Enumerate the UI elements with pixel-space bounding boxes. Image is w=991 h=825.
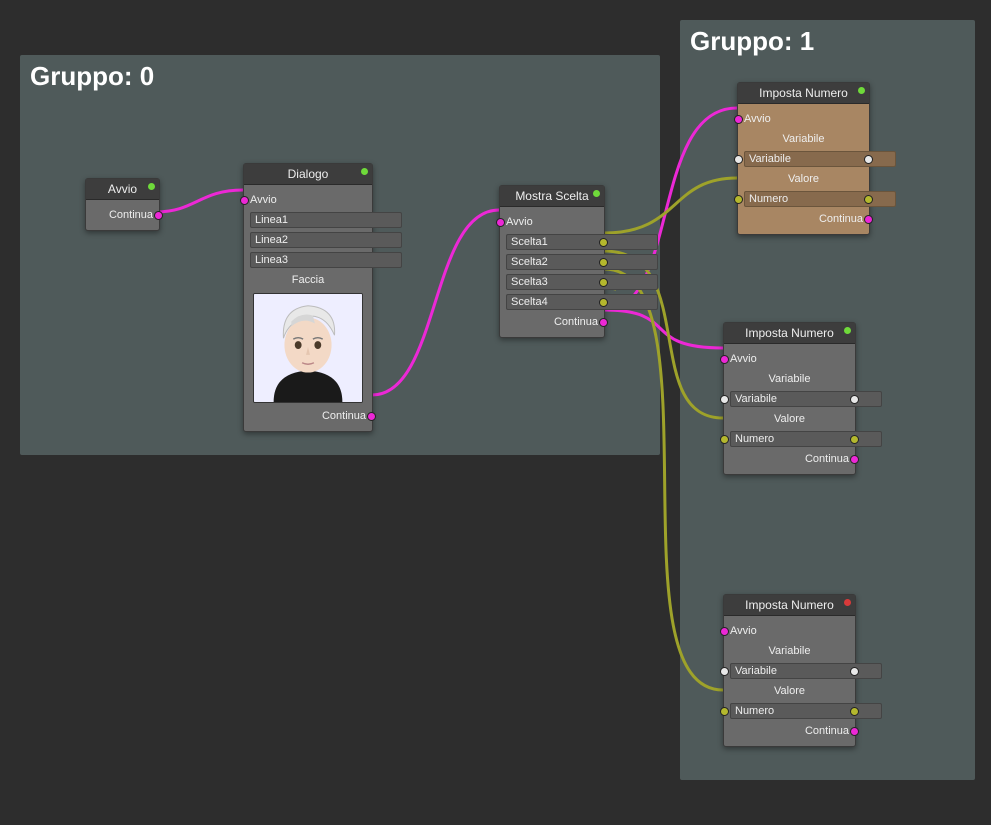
- imposta3-valore-hdr: Valore: [774, 685, 805, 697]
- imposta2-variabile-input[interactable]: [730, 391, 882, 407]
- imposta3-variabile-hdr: Variabile: [769, 645, 811, 657]
- node-imposta1-header[interactable]: Imposta Numero: [738, 83, 869, 104]
- node-mostra-title: Mostra Scelta: [515, 189, 588, 203]
- socket-out-scelta3[interactable]: [599, 278, 608, 287]
- node-dialogo-title: Dialogo: [288, 167, 329, 181]
- node-mostra-header[interactable]: Mostra Scelta: [500, 186, 604, 207]
- socket-out-continua[interactable]: [154, 211, 163, 220]
- imposta2-variabile-hdr: Variabile: [769, 373, 811, 385]
- socket-in-avvio[interactable]: [240, 196, 249, 205]
- dialogo-linea1-input[interactable]: [250, 212, 402, 228]
- socket-in-avvio[interactable]: [734, 115, 743, 124]
- imposta3-avvio-label: Avvio: [730, 625, 757, 637]
- node-imposta-3[interactable]: Imposta Numero Avvio Variabile Valore Co…: [723, 594, 856, 747]
- socket-out-continua[interactable]: [367, 412, 376, 421]
- status-dot-icon: [148, 183, 155, 190]
- node-imposta2-title: Imposta Numero: [745, 326, 834, 340]
- socket-out-continua[interactable]: [850, 455, 859, 464]
- socket-in-numero[interactable]: [720, 707, 729, 716]
- status-dot-icon: [858, 87, 865, 94]
- socket-out-variabile[interactable]: [850, 667, 859, 676]
- node-mostra-scelta[interactable]: Mostra Scelta Avvio Continua: [499, 185, 605, 338]
- avvio-continua-label: Continua: [109, 209, 153, 221]
- node-dialogo[interactable]: Dialogo Avvio Faccia: [243, 163, 373, 432]
- imposta1-avvio-label: Avvio: [744, 113, 771, 125]
- socket-out-numero[interactable]: [850, 707, 859, 716]
- imposta3-numero-input[interactable]: [730, 703, 882, 719]
- status-dot-icon: [844, 599, 851, 606]
- dialogo-avvio-label: Avvio: [250, 194, 277, 206]
- socket-in-avvio[interactable]: [720, 355, 729, 364]
- node-avvio-title: Avvio: [108, 182, 137, 196]
- imposta2-valore-hdr: Valore: [774, 413, 805, 425]
- node-imposta2-header[interactable]: Imposta Numero: [724, 323, 855, 344]
- socket-out-numero[interactable]: [850, 435, 859, 444]
- dialogo-linea3-input[interactable]: [250, 252, 402, 268]
- mostra-scelta4-input[interactable]: [506, 294, 658, 310]
- socket-in-variabile[interactable]: [734, 155, 743, 164]
- imposta2-numero-input[interactable]: [730, 431, 882, 447]
- group-0-title: Gruppo: 0: [30, 61, 154, 92]
- node-avvio-header[interactable]: Avvio: [86, 179, 159, 200]
- socket-out-continua[interactable]: [850, 727, 859, 736]
- node-imposta-1[interactable]: Imposta Numero Avvio Variabile Valore Co…: [737, 82, 870, 235]
- imposta3-continua-label: Continua: [805, 725, 849, 737]
- socket-out-scelta4[interactable]: [599, 298, 608, 307]
- socket-out-continua[interactable]: [599, 318, 608, 327]
- dialogo-linea2-input[interactable]: [250, 232, 402, 248]
- dialogo-continua-label: Continua: [322, 410, 366, 422]
- imposta1-continua-label: Continua: [819, 213, 863, 225]
- socket-in-variabile[interactable]: [720, 667, 729, 676]
- imposta2-continua-label: Continua: [805, 453, 849, 465]
- imposta1-valore-hdr: Valore: [788, 173, 819, 185]
- socket-out-variabile[interactable]: [864, 155, 873, 164]
- socket-out-scelta2[interactable]: [599, 258, 608, 267]
- imposta1-variabile-hdr: Variabile: [783, 133, 825, 145]
- node-imposta3-title: Imposta Numero: [745, 598, 834, 612]
- mostra-scelta1-input[interactable]: [506, 234, 658, 250]
- group-1-title: Gruppo: 1: [690, 26, 814, 57]
- mostra-scelta2-input[interactable]: [506, 254, 658, 270]
- node-imposta-2[interactable]: Imposta Numero Avvio Variabile Valore Co…: [723, 322, 856, 475]
- socket-out-numero[interactable]: [864, 195, 873, 204]
- dialogo-faccia-label: Faccia: [292, 274, 324, 286]
- socket-in-numero[interactable]: [734, 195, 743, 204]
- node-dialogo-header[interactable]: Dialogo: [244, 164, 372, 185]
- imposta2-avvio-label: Avvio: [730, 353, 757, 365]
- imposta1-variabile-input[interactable]: [744, 151, 896, 167]
- dialogo-face-slot[interactable]: [253, 293, 363, 403]
- status-dot-icon: [844, 327, 851, 334]
- node-imposta3-header[interactable]: Imposta Numero: [724, 595, 855, 616]
- socket-in-avvio[interactable]: [496, 218, 505, 227]
- portrait-avatar: [254, 294, 362, 402]
- node-avvio[interactable]: Avvio Continua: [85, 178, 160, 231]
- status-dot-icon: [361, 168, 368, 175]
- mostra-avvio-label: Avvio: [506, 216, 533, 228]
- node-imposta1-title: Imposta Numero: [759, 86, 848, 100]
- imposta3-variabile-input[interactable]: [730, 663, 882, 679]
- socket-out-scelta1[interactable]: [599, 238, 608, 247]
- socket-in-numero[interactable]: [720, 435, 729, 444]
- socket-out-continua[interactable]: [864, 215, 873, 224]
- status-dot-icon: [593, 190, 600, 197]
- mostra-continua-label: Continua: [554, 316, 598, 328]
- socket-in-avvio[interactable]: [720, 627, 729, 636]
- socket-out-variabile[interactable]: [850, 395, 859, 404]
- socket-in-variabile[interactable]: [720, 395, 729, 404]
- imposta1-numero-input[interactable]: [744, 191, 896, 207]
- mostra-scelta3-input[interactable]: [506, 274, 658, 290]
